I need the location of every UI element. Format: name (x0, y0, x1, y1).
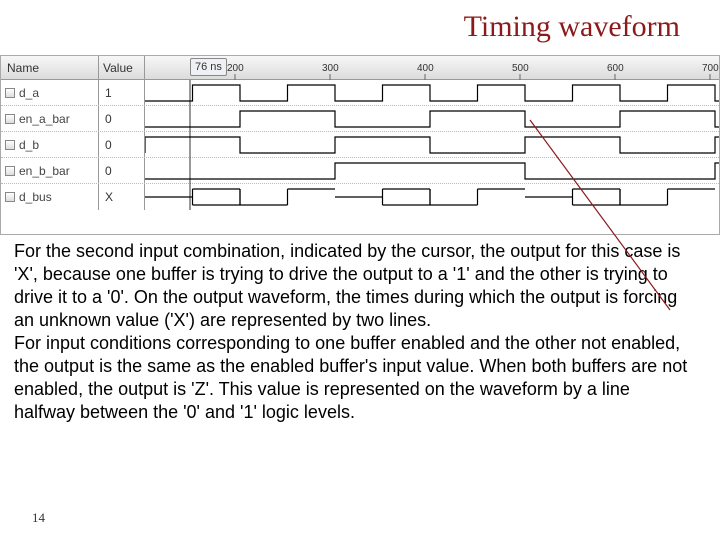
waveform-trace (145, 132, 719, 157)
svg-text:500: 500 (512, 63, 529, 74)
signal-icon (5, 114, 15, 124)
waveform-trace (145, 80, 719, 105)
cursor-time-badge[interactable]: 76 ns (190, 58, 227, 76)
signal-name-label: en_b_bar (19, 164, 70, 178)
waveform-panel: Name Value 76 ns 200 300 400 500 600 700 d_a 1… (0, 55, 720, 235)
signal-name-label: d_bus (19, 190, 52, 204)
svg-text:200: 200 (227, 63, 244, 74)
signal-icon (5, 166, 15, 176)
waveform-trace (145, 158, 719, 183)
waveform-trace (145, 106, 719, 131)
svg-text:600: 600 (607, 63, 624, 74)
signal-value: 0 (99, 106, 145, 131)
signal-row-d_b[interactable]: d_b 0 (1, 132, 719, 158)
svg-text:700: 700 (702, 63, 719, 74)
signal-row-en_b_bar[interactable]: en_b_bar 0 (1, 158, 719, 184)
svg-text:400: 400 (417, 63, 434, 74)
time-ruler[interactable]: 76 ns 200 300 400 500 600 700 (145, 56, 719, 79)
signal-value: X (99, 184, 145, 210)
signal-name: d_b (1, 132, 99, 157)
signal-row-d_bus[interactable]: d_bus X (1, 184, 719, 210)
waveform-trace (145, 184, 719, 210)
signal-name: en_b_bar (1, 158, 99, 183)
signal-value: 1 (99, 80, 145, 105)
waveform-header: Name Value 76 ns 200 300 400 500 600 700 (1, 56, 719, 80)
signal-icon (5, 140, 15, 150)
signal-icon (5, 88, 15, 98)
signal-value: 0 (99, 158, 145, 183)
signal-row-en_a_bar[interactable]: en_a_bar 0 (1, 106, 719, 132)
page-number: 14 (32, 510, 45, 526)
column-header-value[interactable]: Value (99, 56, 145, 79)
page-title: Timing waveform (464, 10, 680, 44)
body-text: For the second input combination, indica… (14, 240, 690, 424)
signal-value: 0 (99, 132, 145, 157)
signal-icon (5, 192, 15, 202)
signal-name-label: d_a (19, 86, 39, 100)
signal-row-d_a[interactable]: d_a 1 (1, 80, 719, 106)
paragraph-1: For the second input combination, indica… (14, 240, 690, 332)
paragraph-2: For input conditions corresponding to on… (14, 332, 690, 424)
waveform-body[interactable]: d_a 1 en_a_bar 0 d_b 0 en_b_bar 0 d_bus X (1, 80, 719, 235)
signal-name-label: d_b (19, 138, 39, 152)
signal-name: d_a (1, 80, 99, 105)
column-header-name[interactable]: Name (1, 56, 99, 79)
signal-name: en_a_bar (1, 106, 99, 131)
signal-name: d_bus (1, 184, 99, 210)
signal-name-label: en_a_bar (19, 112, 70, 126)
svg-text:300: 300 (322, 63, 339, 74)
